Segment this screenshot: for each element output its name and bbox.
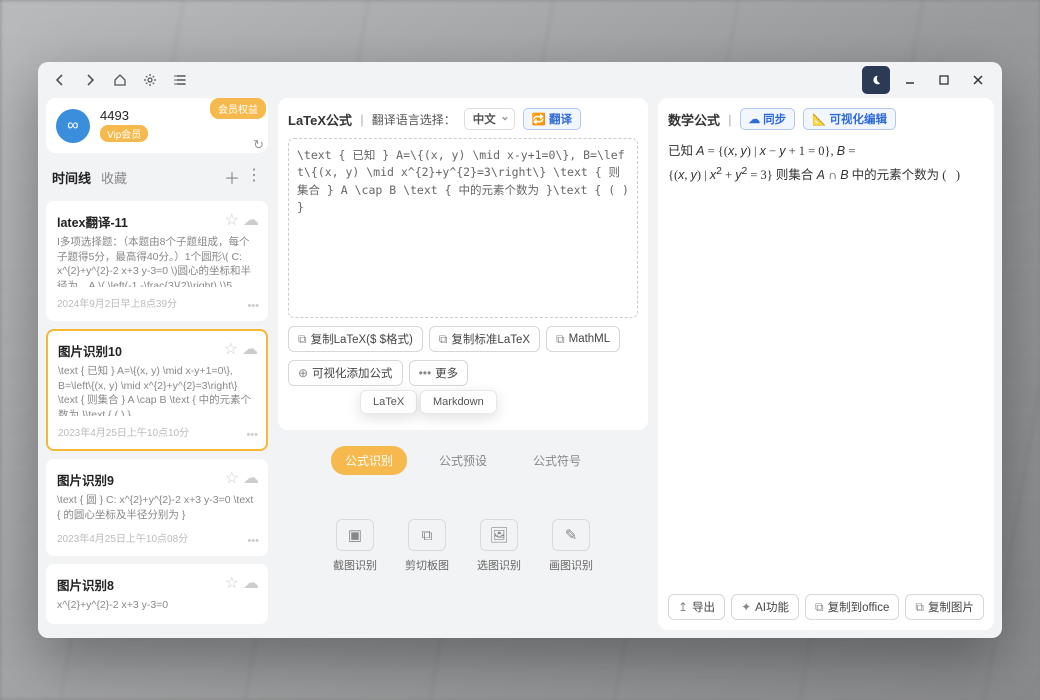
item-more-icon[interactable]: ••• xyxy=(247,535,259,547)
copy-office-button[interactable]: ⧉复制到office xyxy=(805,594,899,620)
add-formula-button[interactable]: ⊕可视化添加公式 xyxy=(288,360,403,386)
translate-icon: 🔁 xyxy=(532,112,546,126)
profile-card: ∞ 4493 Vip会员 会员权益 ↻ xyxy=(46,98,268,153)
translate-button[interactable]: 🔁翻译 xyxy=(523,108,581,130)
tool-select-image[interactable]: 🖼选图识别 xyxy=(477,519,521,573)
vip-badge: Vip会员 xyxy=(100,125,148,142)
more-button[interactable]: •••更多 xyxy=(409,360,469,386)
dots-icon: ••• xyxy=(419,366,432,380)
timeline-item-body: x^{2}+y^{2}-2 x+3 y-3=0 xyxy=(57,598,257,613)
mode-tabs: 公式识别 公式预设 公式符号 xyxy=(278,446,648,475)
copy-icon: ⧉ xyxy=(815,600,824,615)
center-column: LaTeX公式 | 翻译语言选择： 中文 🔁翻译 \text { 已知 } A=… xyxy=(278,98,648,630)
popup-latex[interactable]: LaTeX xyxy=(360,390,417,414)
member-rights-button[interactable]: 会员权益 xyxy=(210,98,266,119)
cloud-icon[interactable]: ☁ xyxy=(243,573,259,593)
tool-screenshot[interactable]: ▣截图识别 xyxy=(333,519,377,573)
math-render: 已知 A = {(x, y) | x − y + 1 = 0}, B = {(x… xyxy=(668,140,984,186)
mode-preset[interactable]: 公式预设 xyxy=(425,446,501,475)
copy-image-button[interactable]: ⧉复制图片 xyxy=(905,594,984,620)
home-button[interactable] xyxy=(108,68,132,92)
ai-button[interactable]: ✦AI功能 xyxy=(731,594,799,620)
timeline-item-date: 2023年4月25日上午10点10分 xyxy=(58,424,256,439)
more-icon[interactable]: ⋮ xyxy=(246,165,262,189)
visual-edit-button[interactable]: 📐可视化编辑 xyxy=(803,108,896,130)
titlebar xyxy=(38,62,1002,98)
timeline-item-body: I多项选择题：（本题由8个子题组成，每个子题得5分，最高得40分。）1个圆形\(… xyxy=(57,235,257,287)
dark-mode-toggle[interactable] xyxy=(862,66,890,94)
timeline-list: ☆ ☁ latex翻译-11 I多项选择题：（本题由8个子题组成，每个子题得5分… xyxy=(46,201,268,630)
mathml-button[interactable]: ⧉MathML xyxy=(546,326,620,352)
username: 4493 xyxy=(100,108,148,123)
mode-symbol[interactable]: 公式符号 xyxy=(519,446,595,475)
sidebar: ∞ 4493 Vip会员 会员权益 ↻ 时间线 收藏 ＋ ⋮ ☆ ☁ latex… xyxy=(46,98,268,630)
upload-icon: ↥ xyxy=(678,600,688,614)
image-icon: 🖼 xyxy=(480,519,518,551)
star-icon[interactable]: ☆ xyxy=(225,468,239,488)
right-panel: 数学公式 | ☁同步 📐可视化编辑 已知 A = {(x, y) | x − y… xyxy=(658,98,994,630)
copy-standard-latex-button[interactable]: ⧉复制标准LaTeX xyxy=(429,326,540,352)
copy-icon: ⧉ xyxy=(915,600,924,615)
timeline-item-date: 2023年4月25日上午10点08分 xyxy=(57,530,257,545)
maximize-button[interactable] xyxy=(930,66,958,94)
add-icon[interactable]: ＋ xyxy=(224,165,240,189)
star-icon[interactable]: ☆ xyxy=(224,339,238,359)
timeline-item-body: \text { 圆 } C: x^{2}+y^{2}-2 x+3 y-3=0 \… xyxy=(57,493,257,522)
close-button[interactable] xyxy=(964,66,992,94)
latex-heading: LaTeX公式 xyxy=(288,110,352,129)
item-more-icon[interactable]: ••• xyxy=(247,300,259,312)
latex-input[interactable]: \text { 已知 } A=\{(x, y) \mid x-y+1=0\}, … xyxy=(288,138,638,318)
plus-icon: ⊕ xyxy=(298,366,308,380)
pencil-icon: ✎ xyxy=(552,519,590,551)
cloud-icon: ☁ xyxy=(749,112,761,126)
cloud-icon[interactable]: ☁ xyxy=(242,339,258,359)
lang-select[interactable]: 中文 xyxy=(464,108,515,130)
tab-timeline[interactable]: 时间线 xyxy=(52,168,91,187)
mode-recognize[interactable]: 公式识别 xyxy=(331,446,407,475)
avatar[interactable]: ∞ xyxy=(56,109,90,143)
sidebar-tabs: 时间线 收藏 ＋ ⋮ xyxy=(46,161,268,193)
nav-back[interactable] xyxy=(48,68,72,92)
tool-clipboard[interactable]: ⧉剪切板图 xyxy=(405,519,449,573)
app-window: ∞ 4493 Vip会员 会员权益 ↻ 时间线 收藏 ＋ ⋮ ☆ ☁ latex… xyxy=(38,62,1002,638)
list-button[interactable] xyxy=(168,68,192,92)
timeline-item[interactable]: ☆ ☁ 图片识别10 \text { 已知 } A=\{(x, y) \mid … xyxy=(46,329,268,451)
settings-button[interactable] xyxy=(138,68,162,92)
star-icon[interactable]: ☆ xyxy=(225,210,239,230)
copy-latex-dollar-button[interactable]: ⧉复制LaTeX($ $格式) xyxy=(288,326,423,352)
latex-panel: LaTeX公式 | 翻译语言选择： 中文 🔁翻译 \text { 已知 } A=… xyxy=(278,98,648,430)
refresh-icon[interactable]: ↻ xyxy=(253,137,264,153)
sync-button[interactable]: ☁同步 xyxy=(740,108,796,130)
popup-menu: LaTeX Markdown xyxy=(288,390,638,420)
item-more-icon[interactable]: ••• xyxy=(246,429,258,441)
copy-icon: ⧉ xyxy=(556,332,565,347)
timeline-item-body: \text { 已知 } A=\{(x, y) \mid x-y+1=0\}, … xyxy=(58,364,256,416)
cloud-icon[interactable]: ☁ xyxy=(243,210,259,230)
timeline-item[interactable]: ☆ ☁ 图片识别9 \text { 圆 } C: x^{2}+y^{2}-2 x… xyxy=(46,459,268,556)
copy-icon: ⧉ xyxy=(439,332,448,347)
timeline-item[interactable]: ☆ ☁ latex翻译-11 I多项选择题：（本题由8个子题组成，每个子题得5分… xyxy=(46,201,268,321)
nav-forward[interactable] xyxy=(78,68,102,92)
minimize-button[interactable] xyxy=(896,66,924,94)
popup-markdown[interactable]: Markdown xyxy=(420,390,497,414)
screenshot-icon: ▣ xyxy=(336,519,374,551)
star-icon[interactable]: ☆ xyxy=(225,573,239,593)
tool-grid: ▣截图识别 ⧉剪切板图 🖼选图识别 ✎画图识别 xyxy=(278,519,648,573)
lang-label: 翻译语言选择： xyxy=(372,111,456,128)
edit-icon: 📐 xyxy=(812,112,826,126)
tab-favorites[interactable]: 收藏 xyxy=(101,168,127,187)
timeline-item-date: 2024年9月2日早上8点39分 xyxy=(57,295,257,310)
export-button[interactable]: ↥导出 xyxy=(668,594,725,620)
cloud-icon[interactable]: ☁ xyxy=(243,468,259,488)
sparkle-icon: ✦ xyxy=(741,600,751,614)
math-heading: 数学公式 xyxy=(668,110,720,129)
timeline-item[interactable]: ☆ ☁ 图片识别8 x^{2}+y^{2}-2 x+3 y-3=0 xyxy=(46,564,268,624)
clipboard-icon: ⧉ xyxy=(408,519,446,551)
tool-draw[interactable]: ✎画图识别 xyxy=(549,519,593,573)
copy-icon: ⧉ xyxy=(298,332,307,347)
